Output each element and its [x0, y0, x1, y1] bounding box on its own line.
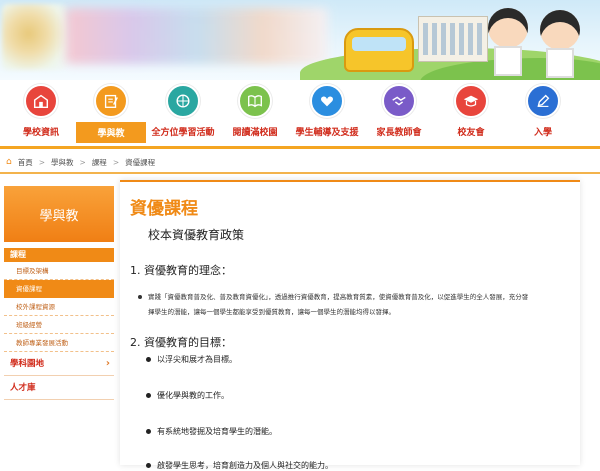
pencil-note-icon [94, 84, 128, 118]
breadcrumb-separator: > [79, 157, 86, 167]
home-icon[interactable]: ⌂ [6, 157, 12, 167]
sidebar-item-goals[interactable]: 目標及架構 [4, 262, 114, 280]
book-icon [238, 84, 272, 118]
school-logo[interactable] [2, 4, 68, 70]
bullet-icon [146, 429, 151, 434]
nav-item-pta[interactable]: 家長教師會 [364, 84, 434, 144]
breadcrumb-curriculum[interactable]: 課程 [92, 157, 107, 168]
goal-item: 以浮尖和展才為目標。 [146, 354, 237, 365]
policy-heading: 校本資優教育政策 [148, 228, 245, 242]
sidebar-item-talent-pool[interactable]: 人才庫 [4, 376, 114, 400]
goal-text: 以浮尖和展才為目標。 [157, 355, 237, 364]
school-name-blurred [66, 8, 328, 64]
nav-item-school-info[interactable]: 學校資訊 [6, 84, 76, 144]
sidebar-section-curriculum[interactable]: 課程 [4, 248, 114, 262]
bullet-icon [146, 393, 151, 398]
chevron-right-icon: › [105, 358, 110, 369]
breadcrumb-home[interactable]: 首頁 [18, 157, 33, 168]
nav-label: 全方位學習活動 [151, 128, 215, 138]
breadcrumb-separator: > [38, 157, 46, 167]
goal-item: 啟發學生思考，培育創造力及個人與社交的能力。 [146, 460, 333, 471]
banner-boy-body [494, 46, 522, 76]
sidebar-header: 學與教 [4, 186, 114, 242]
sidebar-item-class-management[interactable]: 班級經營 [4, 316, 114, 334]
bullet-icon [138, 295, 142, 299]
heart-icon [310, 84, 344, 118]
goal-text: 啟發學生思考，培育創造力及個人與社交的能力。 [157, 461, 333, 470]
breadcrumb-divider [0, 172, 600, 174]
school-icon [24, 84, 58, 118]
banner-school-bus [344, 28, 414, 72]
sidebar-item-label: 學科園地 [10, 359, 45, 369]
main-nav: 學校資訊 學與教 全方位學習活動 閱讀滿校園 學生輔導及支援 家長教師會 校友會… [0, 80, 600, 146]
nav-label: 學校資訊 [22, 128, 59, 138]
breadcrumb-learning-teaching[interactable]: 學與教 [51, 157, 74, 168]
breadcrumb: ⌂ 首頁 > 學與教 > 課程 > 資優課程 [0, 152, 600, 172]
banner-girl-head [540, 10, 580, 50]
nav-divider [0, 146, 600, 149]
nav-item-student-support[interactable]: 學生輔導及支援 [292, 84, 362, 144]
nav-label: 校友會 [457, 128, 485, 138]
nav-label: 閱讀滿校園 [232, 128, 278, 138]
banner-boy-head [488, 8, 528, 48]
nav-item-learning-teaching[interactable]: 學與教 [76, 84, 146, 144]
sidebar-item-subjects[interactable]: 學科園地 › [4, 352, 114, 376]
sidebar-item-label: 人才庫 [10, 383, 36, 393]
section-heading-philosophy: 1. 資優教育的理念： [130, 264, 232, 277]
banner-girl-body [546, 48, 574, 78]
bullet-icon [146, 463, 151, 468]
nav-item-admission[interactable]: 入學 [508, 84, 578, 144]
goal-item: 優化學與教的工作。 [146, 390, 229, 401]
graduation-cap-icon [454, 84, 488, 118]
bullet-icon [146, 357, 151, 362]
nav-label: 家長教師會 [376, 128, 422, 138]
sidebar: 學與教 課程 目標及架構 資優課程 校外課程資源 班級經營 教師專業發展活動 學… [4, 186, 114, 465]
handshake-icon [382, 84, 416, 118]
paragraph-line: 實踐「資優教育普及化、普及教育資優化」，透過推行資優教育，提高教育質素，使資優教… [148, 293, 529, 301]
nav-label: 學生輔導及支援 [295, 128, 359, 138]
nav-label: 入學 [533, 128, 552, 138]
goal-text: 優化學與教的工作。 [157, 391, 229, 400]
sidebar-item-teacher-development[interactable]: 教師專業發展活動 [4, 334, 114, 352]
header-banner [0, 0, 600, 80]
sidebar-item-external-resources[interactable]: 校外課程資源 [4, 298, 114, 316]
breadcrumb-current: 資優課程 [125, 157, 156, 167]
main-content: 資優課程 校本資優教育政策 1. 資優教育的理念： 實踐「資優教育普及化、普及教… [120, 180, 580, 470]
nav-item-reading[interactable]: 閱讀滿校園 [220, 84, 290, 144]
nav-item-alumni[interactable]: 校友會 [436, 84, 506, 144]
page-title: 資優課程 [130, 199, 198, 219]
sidebar-item-gifted[interactable]: 資優課程 [4, 280, 114, 298]
nav-label: 學與教 [76, 122, 146, 143]
philosophy-paragraph: 實踐「資優教育普及化、普及教育資優化」，透過推行資優教育，提高教育質素，使資優教… [138, 290, 568, 320]
paragraph-line: 揮學生的潛能，讓每一個學生都能享受到優質教育，讓每一個學生的潛能均得以發揮。 [148, 308, 395, 316]
goal-item: 有系統地發掘及培育學生的潛能。 [146, 426, 277, 437]
nav-item-all-round-learning[interactable]: 全方位學習活動 [148, 84, 218, 144]
pen-icon [526, 84, 560, 118]
section-heading-goals: 2. 資優教育的目標： [130, 336, 232, 349]
banner-school-building [418, 16, 488, 62]
basketball-icon [166, 84, 200, 118]
breadcrumb-separator: > [112, 157, 120, 167]
goal-text: 有系統地發掘及培育學生的潛能。 [157, 427, 277, 436]
